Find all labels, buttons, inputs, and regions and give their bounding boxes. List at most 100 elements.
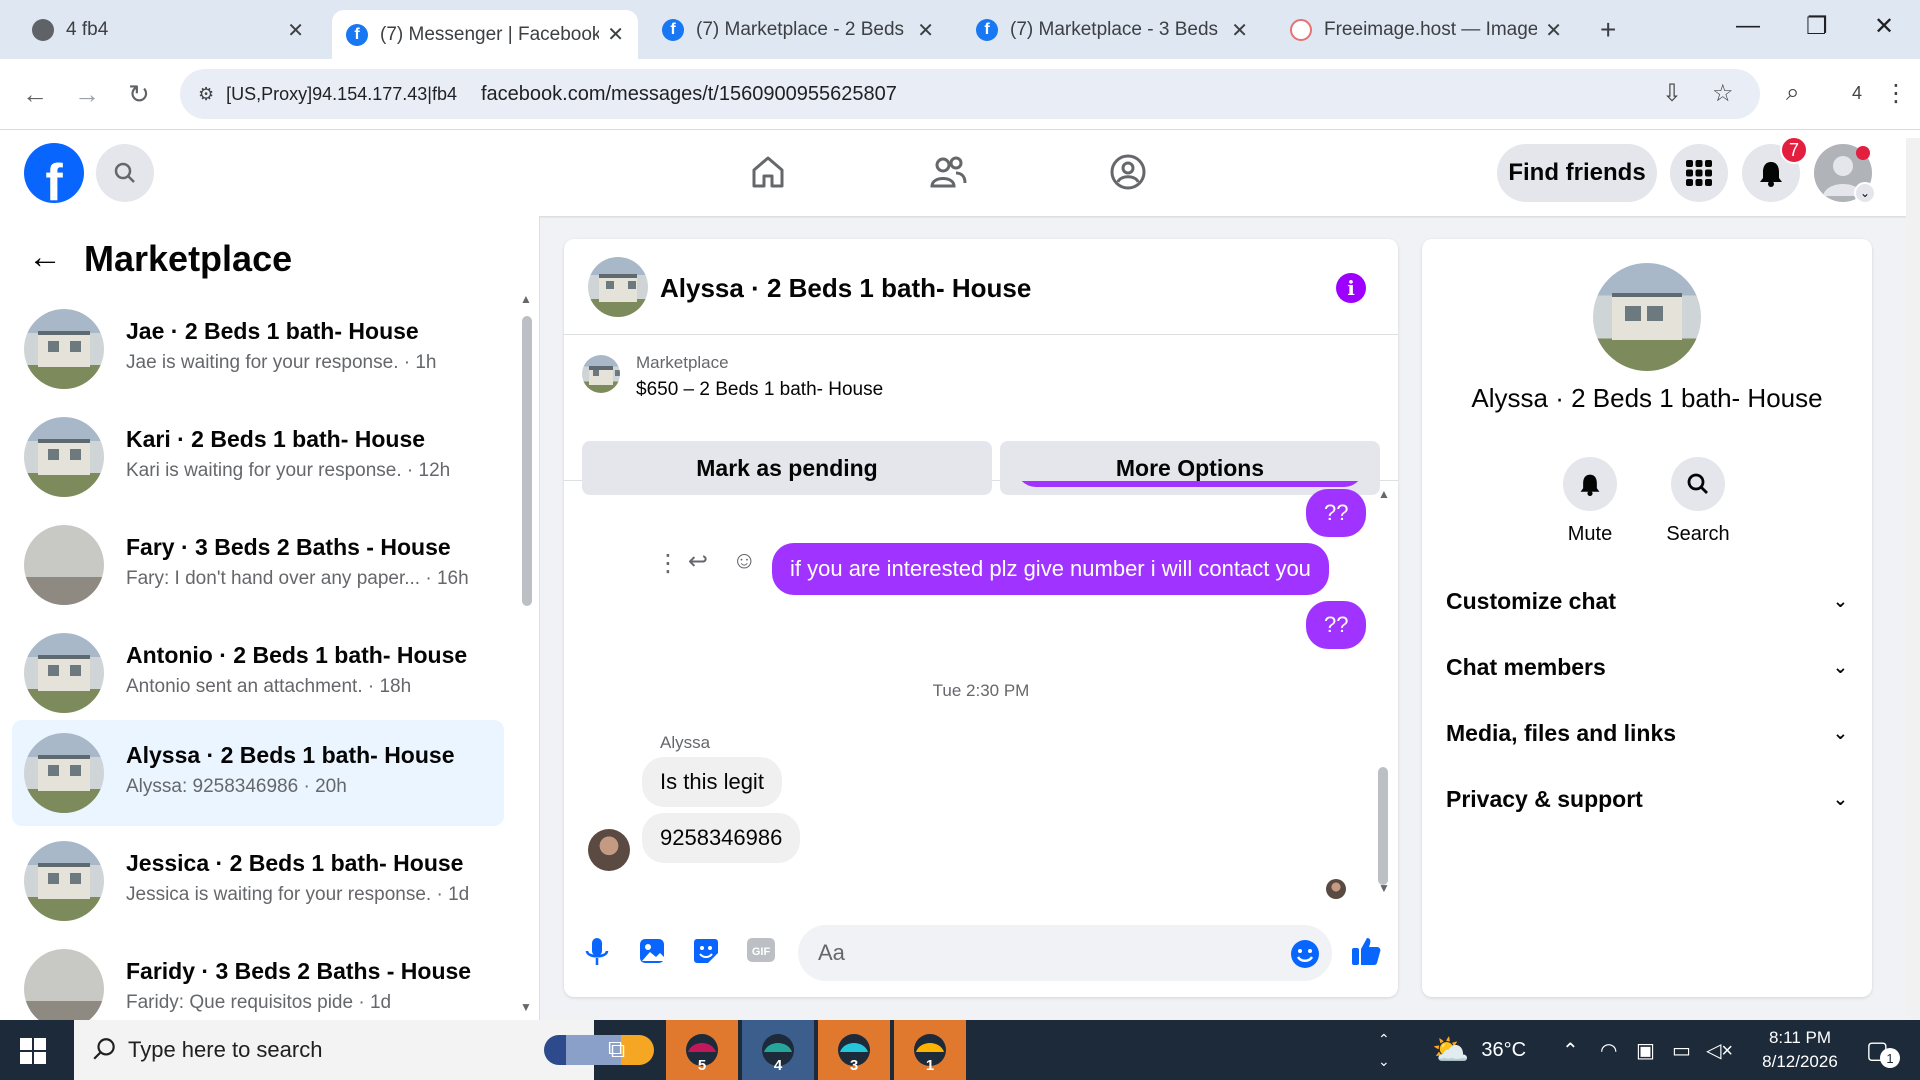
browser-tab-marketplace-2beds[interactable]: f (7) Marketplace - 2 Beds 1 ✕	[648, 11, 948, 49]
close-tab-icon[interactable]: ✕	[917, 18, 934, 43]
find-friends-button[interactable]: Find friends	[1497, 144, 1657, 202]
incoming-message[interactable]: 9258346986	[642, 813, 801, 863]
browser-tab-fb4[interactable]: 4 fb4 ✕	[18, 11, 318, 49]
back-icon[interactable]: ←	[22, 79, 48, 110]
browser-tab-marketplace-3beds[interactable]: f (7) Marketplace - 3 Beds 2 ✕	[962, 11, 1262, 49]
outgoing-message[interactable]: if you are interested plz give number i …	[772, 543, 1329, 595]
taskbar-app-4[interactable]: 4	[742, 1020, 814, 1080]
close-tab-icon[interactable]: ✕	[607, 22, 624, 47]
outgoing-message[interactable]: ??	[1306, 601, 1367, 649]
conversation-item-fary[interactable]: Fary · 3 Beds 2 Baths - House Fary: I do…	[12, 512, 504, 618]
conversation-item-alyssa[interactable]: Alyssa · 2 Beds 1 bath- House Alyssa: 92…	[12, 720, 504, 826]
task-view-icon[interactable]: ⧉	[608, 1036, 625, 1064]
new-tab-button[interactable]: +	[1600, 14, 1616, 46]
close-tab-icon[interactable]: ✕	[1231, 18, 1248, 43]
close-tab-icon[interactable]: ✕	[1545, 18, 1562, 43]
page-scrollbar[interactable]	[1906, 138, 1920, 1018]
forward-icon[interactable]: →	[74, 79, 100, 110]
network-icon[interactable]: ◠	[1600, 1020, 1617, 1080]
scroll-up-icon[interactable]: ▲	[520, 292, 532, 306]
windows-start-icon[interactable]	[20, 1038, 46, 1064]
chevron-down-icon: ⌄	[1832, 722, 1848, 743]
gif-button[interactable]: GIF	[746, 937, 776, 968]
conversation-item-antonio[interactable]: Antonio · 2 Beds 1 bath- House Antonio s…	[12, 620, 504, 726]
site-settings-icon[interactable]: ⚙	[198, 84, 214, 105]
back-arrow-icon[interactable]: ←	[28, 238, 62, 277]
details-avatar[interactable]	[1593, 263, 1701, 371]
search-label: Search	[1666, 523, 1730, 545]
conversation-list: ← Marketplace Jae · 2 Beds 1 bath- House…	[0, 216, 540, 1020]
voice-clip-button[interactable]	[584, 937, 610, 972]
taskbar-app-1[interactable]: 1	[894, 1020, 966, 1080]
conversation-info-icon[interactable]: i	[1336, 273, 1366, 303]
browser-tab-freeimage[interactable]: Freeimage.host — Image ✕	[1276, 11, 1576, 49]
sticker-button[interactable]	[692, 937, 720, 970]
weather-widget[interactable]: ⛅ 36°C	[1432, 1020, 1526, 1080]
sender-avatar[interactable]	[588, 829, 630, 871]
message-more-icon[interactable]: ⋮	[656, 549, 680, 578]
conversation-item-faridy[interactable]: Faridy · 3 Beds 2 Baths - House Faridy: …	[12, 936, 504, 1020]
minimize-icon[interactable]: —	[1736, 12, 1760, 40]
notification-center-icon[interactable]: ▢ 1	[1866, 1020, 1900, 1080]
gif-icon: GIF	[747, 938, 775, 962]
mute-button[interactable]: Mute	[1540, 457, 1640, 546]
send-like-button[interactable]	[1350, 935, 1382, 972]
battery-icon[interactable]: ▭	[1672, 1020, 1691, 1080]
incoming-message[interactable]: Is this legit	[642, 757, 782, 807]
media-files-links-row[interactable]: Media, files and links ⌄	[1446, 703, 1848, 763]
conversation-item-jae[interactable]: Jae · 2 Beds 1 bath- House Jae is waitin…	[12, 296, 504, 402]
taskbar-clock[interactable]: 8:11 PM 8/12/2026	[1730, 1026, 1870, 1074]
bookmark-star-icon[interactable]: ☆	[1712, 79, 1734, 108]
facebook-logo[interactable]: f	[24, 143, 84, 203]
previous-message-bubble	[1016, 481, 1364, 487]
listing-thumbnail[interactable]	[582, 355, 620, 393]
url-text[interactable]: facebook.com/messages/t/1560900955625807	[481, 83, 897, 106]
search-in-conversation-button[interactable]: Search	[1648, 457, 1748, 546]
taskbar-app-5[interactable]: 5	[666, 1020, 738, 1080]
tray-overflow-icon[interactable]: ⌃	[1562, 1020, 1579, 1080]
listing-title[interactable]: $650 – 2 Beds 1 bath- House	[636, 379, 883, 401]
volume-muted-icon[interactable]: ◁×	[1706, 1020, 1733, 1080]
search-button[interactable]	[96, 144, 154, 202]
scroll-down-icon[interactable]: ▼	[520, 1000, 532, 1014]
privacy-support-row[interactable]: Privacy & support ⌄	[1446, 769, 1848, 829]
profile-count[interactable]: 4	[1852, 83, 1862, 104]
close-window-icon[interactable]: ✕	[1874, 12, 1894, 41]
customize-chat-row[interactable]: Customize chat ⌄	[1446, 571, 1848, 631]
taskbar-app-3[interactable]: 3	[818, 1020, 890, 1080]
reply-icon[interactable]: ↩	[688, 547, 708, 576]
scroll-up-icon[interactable]: ▲	[1378, 487, 1390, 501]
message-thread-scrollbar[interactable]	[1378, 767, 1388, 885]
chevron-down-icon[interactable]: ⌄	[1854, 182, 1876, 204]
browser-tab-messenger[interactable]: f (7) Messenger | Facebook ✕	[332, 10, 638, 59]
meet-now-icon[interactable]: ▣	[1636, 1020, 1655, 1080]
reload-icon[interactable]: ↻	[128, 79, 150, 110]
browser-menu-icon[interactable]: ⋮	[1884, 79, 1908, 108]
conversation-list-scrollbar[interactable]	[522, 316, 532, 606]
search-icon	[1687, 473, 1708, 494]
install-app-icon[interactable]: ⇩	[1662, 79, 1682, 108]
emoji-picker-button[interactable]	[1290, 939, 1320, 974]
close-tab-icon[interactable]: ✕	[287, 18, 304, 43]
message-input[interactable]: Aa	[798, 925, 1332, 981]
restore-icon[interactable]: ❐	[1806, 12, 1828, 41]
address-bar[interactable]: ⚙ [US,Proxy]94.154.177.43|fb4 facebook.c…	[180, 69, 1760, 119]
react-emoji-icon[interactable]: ☺	[732, 547, 757, 575]
chat-avatar[interactable]	[588, 257, 648, 317]
svg-text:GIF: GIF	[752, 946, 771, 958]
lens-search-icon[interactable]: ⌕	[1786, 79, 1799, 107]
taskbar-scroll-arrows[interactable]: ⌃ ⌄	[1378, 1028, 1390, 1072]
nav-friends[interactable]	[928, 152, 968, 197]
attach-photo-button[interactable]	[638, 937, 666, 970]
search-icon	[114, 162, 135, 183]
scroll-down-icon[interactable]: ▼	[1378, 881, 1390, 895]
conversation-item-jessica[interactable]: Jessica · 2 Beds 1 bath- House Jessica i…	[12, 828, 504, 934]
conversation-item-kari[interactable]: Kari · 2 Beds 1 bath- House Kari is wait…	[12, 404, 504, 510]
chat-title[interactable]: Alyssa · 2 Beds 1 bath- House	[660, 273, 1031, 304]
chat-members-row[interactable]: Chat members ⌄	[1446, 637, 1848, 697]
nav-home[interactable]	[748, 152, 788, 197]
taskbar-search-input[interactable]: Type here to search	[74, 1020, 654, 1080]
menu-button[interactable]	[1670, 144, 1728, 202]
nav-groups[interactable]	[1108, 152, 1148, 197]
outgoing-message[interactable]: ??	[1306, 489, 1367, 537]
